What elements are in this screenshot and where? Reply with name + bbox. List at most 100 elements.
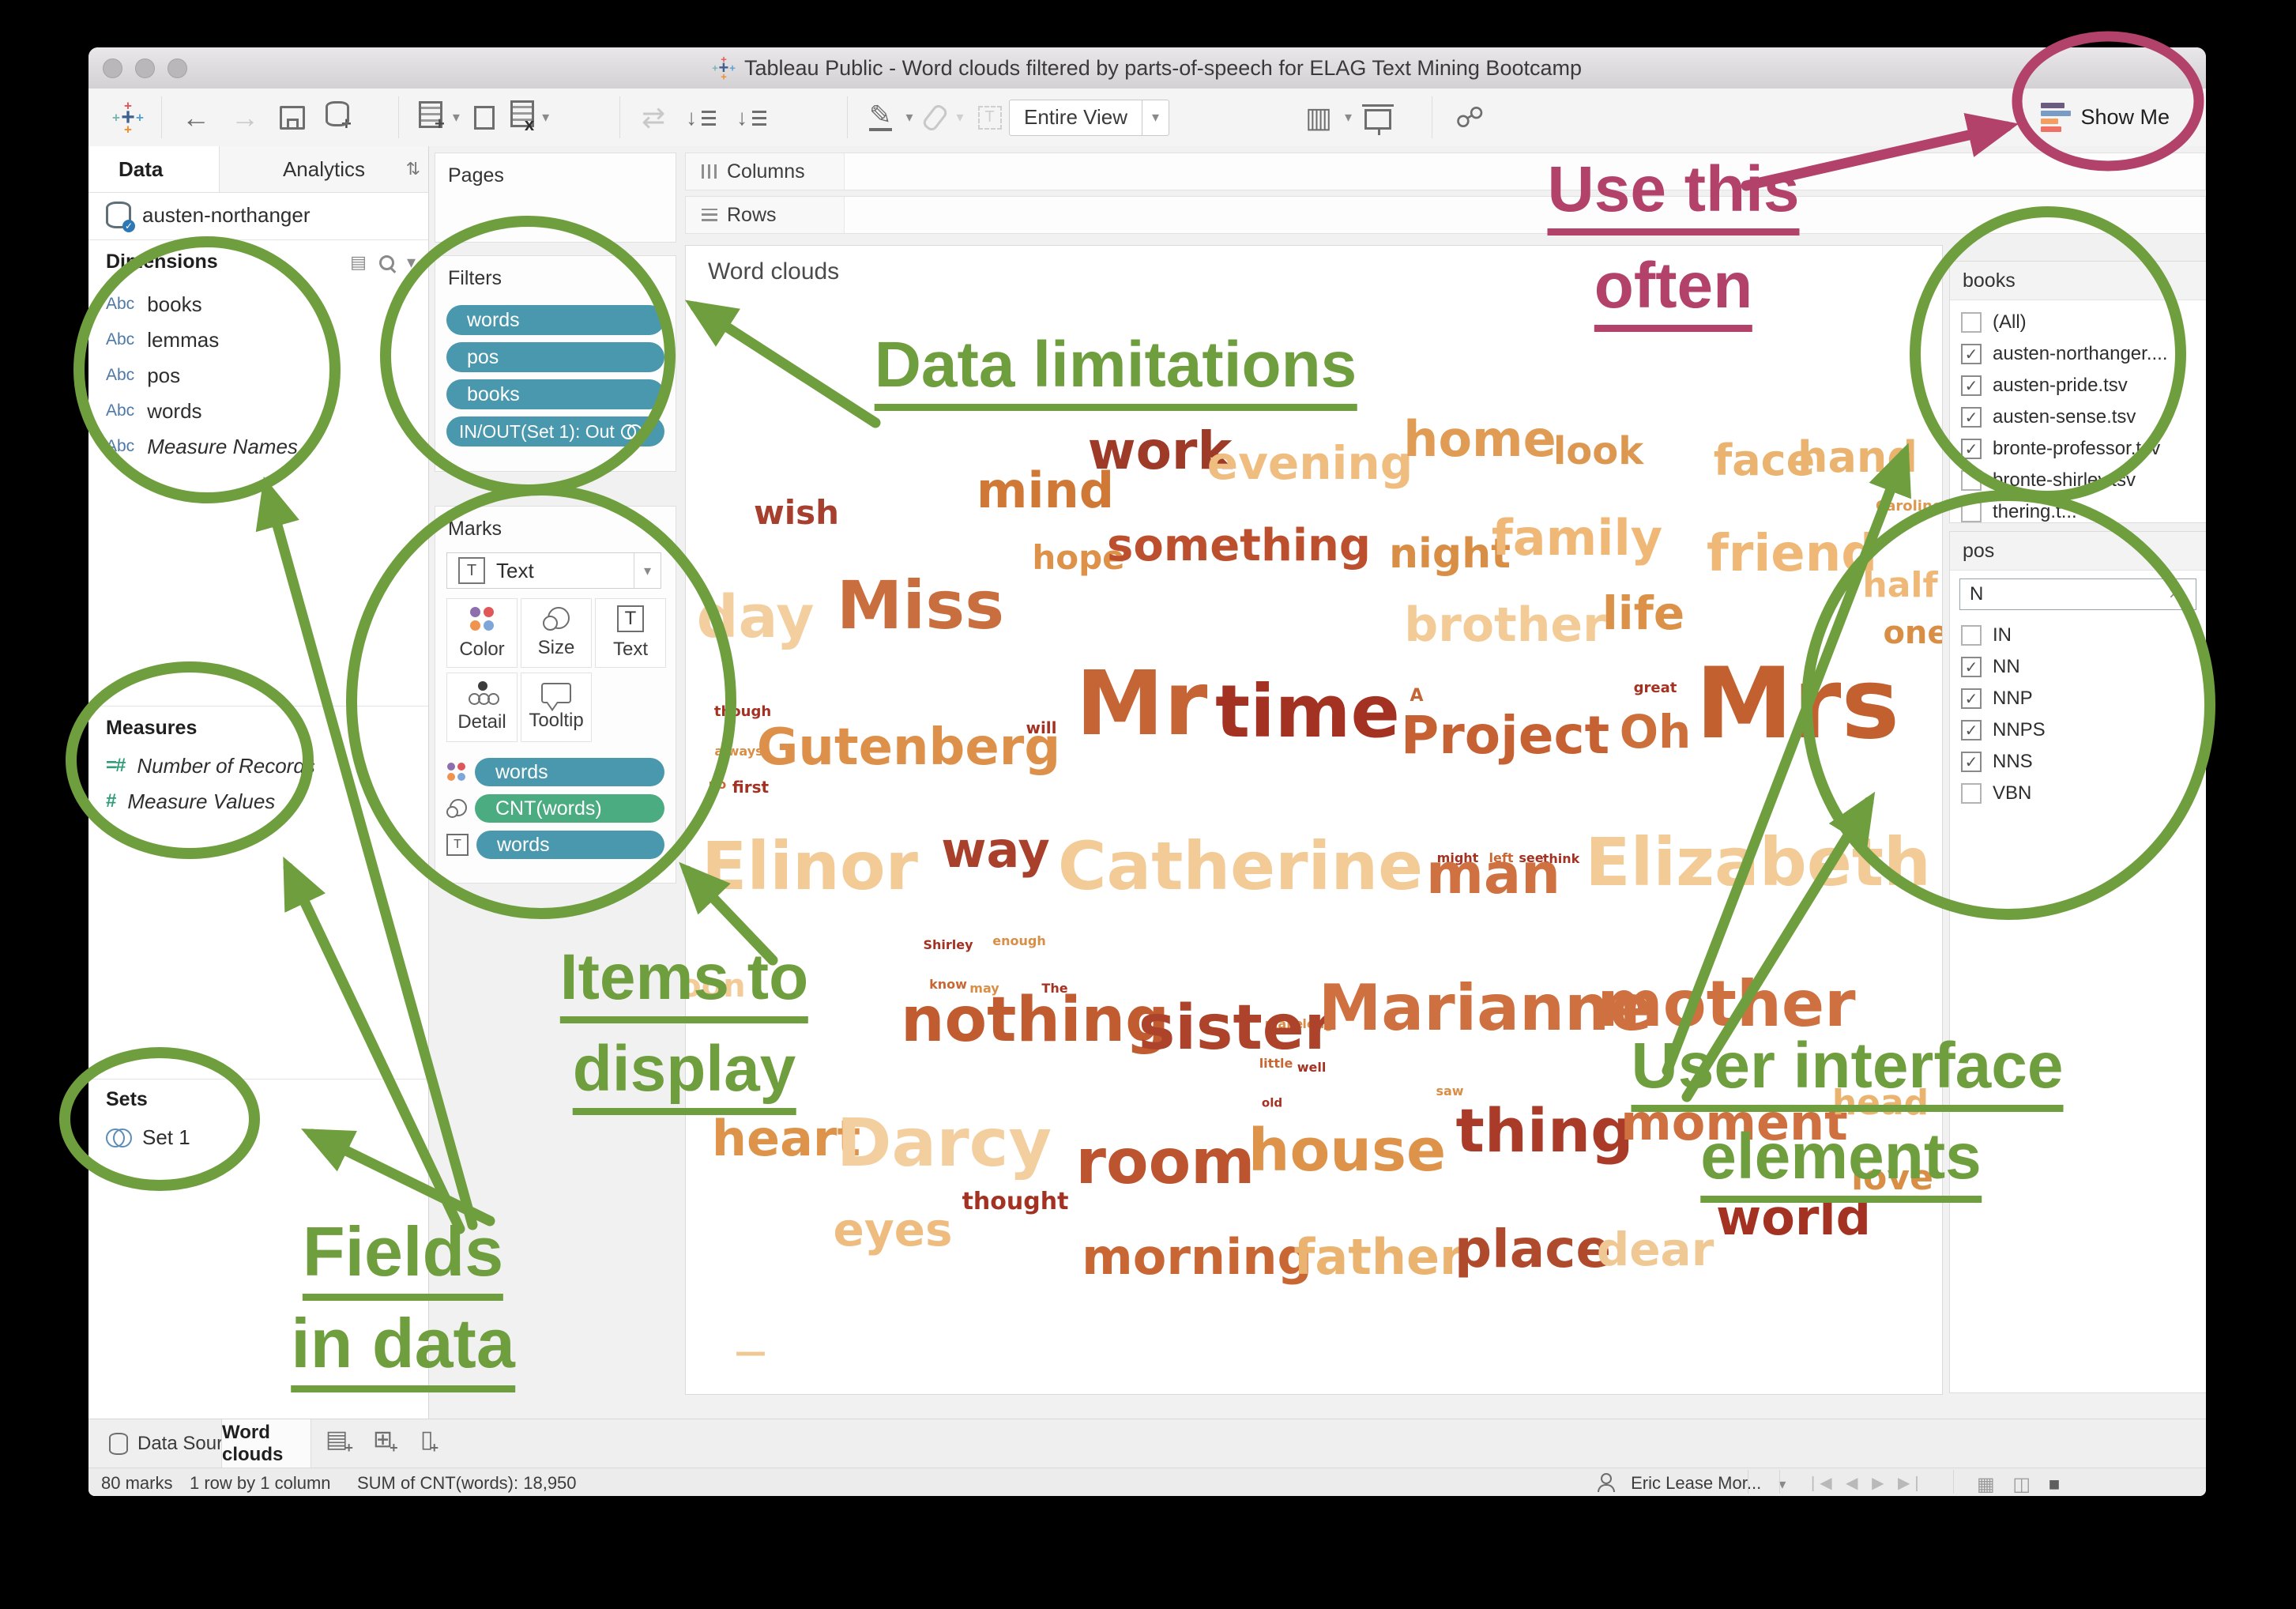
text-label-icon[interactable]: T <box>978 106 1002 130</box>
cloud-word[interactable]: always <box>714 745 762 758</box>
sort-ascending-button[interactable]: ↓ <box>686 105 716 130</box>
chevron-down-icon[interactable]: ▾ <box>407 252 416 273</box>
checkbox[interactable] <box>1961 688 1982 709</box>
save-icon[interactable] <box>280 106 305 130</box>
new-sheet-dropdown[interactable]: ▾ <box>453 109 460 126</box>
dimension-field[interactable]: Abc Measure Names <box>106 434 298 459</box>
dimension-field[interactable]: Abc books <box>106 292 298 317</box>
filter-option[interactable]: austen-northanger.... <box>1961 340 2206 368</box>
filter-option[interactable]: austen-sense.tsv <box>1961 403 2206 431</box>
cloud-word[interactable]: no <box>709 778 726 791</box>
cloud-word[interactable]: Darcy <box>837 1110 1052 1176</box>
mark-type-dropdown[interactable]: T Text ▾ <box>446 552 661 589</box>
cloud-word[interactable]: time <box>1215 676 1400 748</box>
checkbox[interactable] <box>1961 312 1982 333</box>
clear-sheet-button[interactable]: x <box>510 100 534 135</box>
dimension-field[interactable]: Abc lemmas <box>106 327 298 352</box>
filter-option[interactable]: NNP <box>1961 684 2206 713</box>
redo-button[interactable]: → <box>231 101 259 134</box>
paperclip-icon[interactable] <box>920 102 949 132</box>
cloud-word[interactable]: world <box>1716 1193 1871 1242</box>
cloud-word[interactable]: brother <box>1404 601 1605 649</box>
checkbox[interactable] <box>1961 407 1982 428</box>
cloud-word[interactable]: Elinor <box>702 833 918 899</box>
tooltip-button[interactable]: Tooltip <box>521 673 592 742</box>
show-me-button[interactable]: Show Me <box>2041 98 2170 136</box>
page-navigation[interactable]: |◀ ◀ ▶ ▶| <box>1811 1473 1924 1493</box>
color-button[interactable]: Color <box>446 598 518 668</box>
detail-button[interactable]: Detail <box>446 673 518 742</box>
cloud-word[interactable]: great <box>1634 681 1677 695</box>
filter-option[interactable]: VBN <box>1961 779 2206 808</box>
cloud-word[interactable]: half <box>1862 568 1937 603</box>
cloud-word[interactable]: family <box>1492 514 1662 563</box>
duplicate-sheet-button[interactable] <box>474 106 495 130</box>
measure-field[interactable]: # Measure Values <box>106 789 315 814</box>
text-button[interactable]: T Text <box>595 598 666 668</box>
search-icon[interactable] <box>379 255 394 270</box>
show-hide-cards-button[interactable]: ▥ <box>1305 101 1332 134</box>
cloud-word[interactable]: day <box>697 588 815 646</box>
columns-shelf[interactable]: Columns <box>685 153 2206 190</box>
highlight-dropdown[interactable]: ▾ <box>906 109 913 126</box>
cloud-word[interactable]: thing <box>1456 1101 1634 1161</box>
cloud-word[interactable]: wish <box>754 496 839 529</box>
highlight-button[interactable]: ✎ <box>869 104 892 131</box>
cloud-word[interactable]: Oh <box>1620 709 1692 755</box>
cloud-word[interactable]: man <box>1426 846 1560 902</box>
filter-option[interactable]: austen-pride.tsv <box>1961 371 2206 400</box>
cloud-word[interactable]: life <box>1602 590 1684 636</box>
checkbox[interactable] <box>1961 783 1982 804</box>
pos-search-input[interactable] <box>1968 582 2169 606</box>
cloud-word[interactable]: soon <box>685 970 746 1002</box>
mark-pill[interactable]: words <box>476 831 664 859</box>
cloud-word[interactable]: father <box>1293 1233 1463 1282</box>
cloud-word[interactable]: Elizabeth <box>1585 829 1931 895</box>
checkbox[interactable] <box>1961 625 1982 646</box>
cloud-word[interactable]: nothing <box>901 989 1169 1051</box>
cloud-word[interactable]: evening <box>1207 440 1413 486</box>
cloud-word[interactable]: place <box>1455 1223 1611 1276</box>
filter-pill-set[interactable]: IN/OUT(Set 1): Out <box>446 416 664 447</box>
zoom-button[interactable] <box>167 58 187 78</box>
clear-dropdown[interactable]: ▾ <box>542 109 549 126</box>
view-mode-buttons[interactable]: ▦ ◫ ■ <box>1977 1473 2066 1496</box>
filter-pill[interactable]: pos <box>446 342 664 372</box>
set-field[interactable]: Set 1 <box>106 1125 190 1150</box>
checkbox[interactable] <box>1961 502 1982 522</box>
cloud-word[interactable]: — <box>735 1336 766 1368</box>
tab-word-clouds[interactable]: Word clouds <box>221 1419 311 1468</box>
filter-option[interactable]: IN <box>1961 621 2206 650</box>
sort-fields-icon[interactable]: ⇅ <box>406 159 420 179</box>
filter-option[interactable]: (All) <box>1961 308 2206 337</box>
cloud-word[interactable]: Miss <box>837 572 1004 639</box>
cloud-word[interactable]: friend <box>1707 529 1877 579</box>
dimension-field[interactable]: Abc words <box>106 398 298 424</box>
cloud-word[interactable]: sister <box>1139 997 1334 1059</box>
cloud-word[interactable]: house <box>1248 1121 1446 1180</box>
cloud-word[interactable]: something <box>1107 524 1371 568</box>
clear-search-icon[interactable]: × <box>2169 583 2180 605</box>
cloud-word[interactable]: mother <box>1597 973 1855 1036</box>
presentation-mode-icon[interactable] <box>1364 109 1391 130</box>
checkbox[interactable] <box>1961 439 1982 459</box>
cloud-word[interactable]: Caroline <box>1876 499 1942 514</box>
filter-option[interactable]: NNS <box>1961 748 2206 776</box>
filter-option[interactable]: bronte-professor.tsv <box>1961 435 2206 463</box>
add-data-source-button[interactable]: + <box>326 101 352 134</box>
swap-axes-button[interactable]: ⇄ <box>642 101 665 134</box>
tab-data[interactable]: Data <box>88 146 219 192</box>
filter-pill[interactable]: books <box>446 379 664 409</box>
view-list-icon[interactable]: ▤ <box>350 252 367 273</box>
cloud-word[interactable]: Catherine <box>1058 833 1423 899</box>
cloud-word[interactable]: old <box>1262 1098 1282 1110</box>
data-source-item[interactable]: austen-northanger <box>106 202 310 228</box>
cards-dropdown[interactable]: ▾ <box>1345 109 1352 126</box>
filter-pill[interactable]: words <box>446 305 664 335</box>
cloud-word[interactable]: first <box>732 779 769 795</box>
fit-selector[interactable]: Entire View ▾ <box>1009 100 1169 136</box>
checkbox[interactable] <box>1961 470 1982 491</box>
cloud-word[interactable]: way <box>941 826 1050 875</box>
sort-descending-button[interactable]: ↓ <box>736 105 766 130</box>
checkbox[interactable] <box>1961 752 1982 772</box>
